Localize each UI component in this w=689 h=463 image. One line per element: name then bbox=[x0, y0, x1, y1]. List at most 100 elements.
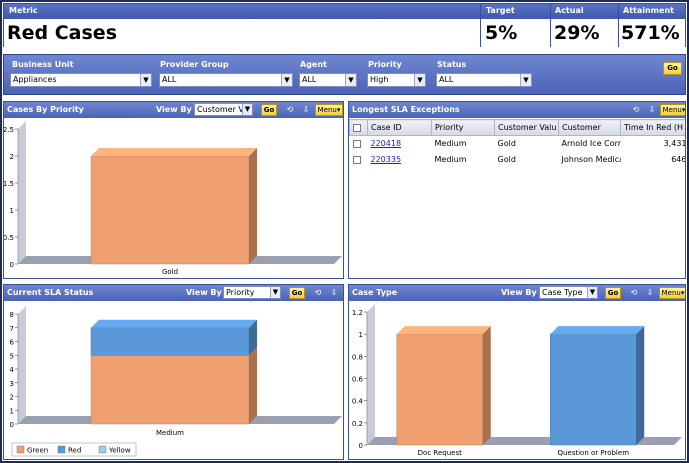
export-icon[interactable]: ⇩ bbox=[301, 105, 311, 115]
bar-question-or-problem-top bbox=[550, 326, 645, 335]
refresh-icon[interactable]: ⟲ bbox=[631, 105, 641, 115]
panel-go-button[interactable]: Go bbox=[605, 287, 621, 299]
view-by-select[interactable]: Priority ▼ bbox=[223, 286, 281, 299]
y-tick-label: 2 bbox=[10, 153, 14, 161]
chart-area: 0 1 2 3 4 5 6 7 8 Medium Green Red Yellow bbox=[4, 302, 343, 459]
column-header-customer[interactable]: Customer bbox=[558, 119, 621, 136]
row-checkbox[interactable] bbox=[352, 139, 361, 148]
chevron-down-icon: ▼ bbox=[270, 287, 280, 298]
y-tick-label: 7 bbox=[10, 325, 14, 333]
kpi-divider bbox=[618, 4, 619, 47]
column-header-customer-value[interactable]: Customer Valu bbox=[494, 119, 559, 136]
priority-label: Priority bbox=[368, 60, 402, 69]
y-tick-label: 5 bbox=[10, 352, 14, 360]
export-icon[interactable]: ⇩ bbox=[647, 105, 657, 115]
y-tick-label: 0.6 bbox=[352, 376, 364, 384]
column-header-priority[interactable]: Priority bbox=[431, 119, 495, 136]
bar-doc-request-top bbox=[396, 326, 491, 335]
y-tick-label: 1 bbox=[10, 407, 14, 415]
panel-titlebar: Cases By Priority View By Customer V ▼ Go… bbox=[4, 102, 343, 118]
y-tick-label: 1 bbox=[10, 207, 14, 215]
y-tick-label: 0 bbox=[359, 442, 363, 450]
case-id-link[interactable]: 220418 bbox=[371, 139, 402, 148]
legend-label-yellow: Yellow bbox=[108, 447, 131, 455]
legend-label-red: Red bbox=[68, 447, 81, 455]
y-tick-label: 0 bbox=[10, 421, 14, 429]
view-by-select[interactable]: Customer V ▼ bbox=[194, 103, 253, 116]
kpi-divider bbox=[480, 4, 481, 47]
view-by-label: View By bbox=[156, 105, 192, 114]
chart-area: 0 0.2 0.4 0.6 0.8 1 1.2 Doc Request Question or … bbox=[349, 302, 685, 459]
bar-segment-red bbox=[90, 327, 250, 356]
time-in-red-cell: 3,431 bbox=[663, 139, 686, 149]
table-row: 220418 Medium Gold Arnold Ice Corr 3,431 bbox=[350, 136, 686, 152]
y-tick-label: 4 bbox=[10, 366, 15, 374]
kpi-value-row: Red Cases 5% 29% 571% bbox=[4, 19, 685, 47]
export-icon[interactable]: ⇩ bbox=[645, 288, 655, 298]
agent-select[interactable]: ALL ▼ bbox=[299, 73, 357, 87]
panel-title: Current SLA Status bbox=[7, 288, 94, 297]
y-tick-label: 2.5 bbox=[4, 126, 14, 134]
row-checkbox[interactable] bbox=[352, 155, 361, 164]
y-tick-label: 1.2 bbox=[352, 309, 363, 317]
provider-group-select[interactable]: ALL ▼ bbox=[159, 73, 293, 87]
business-unit-label: Business Unit bbox=[12, 60, 74, 69]
status-select[interactable]: ALL ▼ bbox=[436, 73, 532, 87]
case-id-link[interactable]: 220335 bbox=[371, 155, 402, 164]
chart-area: 0 0.5 1 1.5 2 2.5 Gold bbox=[4, 119, 343, 278]
sla-exceptions-panel: Longest SLA Exceptions ⟲ ⇩ Menu▾ Case ID… bbox=[348, 101, 686, 279]
business-unit-select[interactable]: Appliances ▼ bbox=[10, 73, 152, 87]
refresh-icon[interactable]: ⟲ bbox=[313, 288, 323, 298]
panel-titlebar: Longest SLA Exceptions ⟲ ⇩ Menu▾ bbox=[349, 102, 685, 118]
panel-menu-button[interactable]: Menu▾ bbox=[659, 287, 685, 299]
customer-value-cell: Gold bbox=[497, 139, 516, 149]
customer-cell: Arnold Ice Corr bbox=[561, 139, 621, 149]
table-header-row: Case ID Priority Customer Valu Customer … bbox=[349, 119, 685, 136]
column-header-case-id[interactable]: Case ID bbox=[367, 119, 432, 136]
x-tick-label: Question or Problem bbox=[557, 449, 629, 457]
customer-cell: Johnson Medica bbox=[561, 155, 621, 164]
kpi-metric-value: Red Cases bbox=[7, 22, 118, 44]
select-all-column[interactable] bbox=[349, 119, 368, 136]
view-by-select[interactable]: Case Type ▼ bbox=[539, 286, 598, 299]
legend-swatch-red bbox=[57, 445, 66, 454]
y-tick-label: 1.5 bbox=[4, 180, 14, 188]
time-in-red-cell: 646 bbox=[671, 155, 686, 164]
panel-go-button[interactable]: Go bbox=[289, 287, 305, 299]
column-header-time-in-red[interactable]: Time In Red (H bbox=[620, 119, 685, 136]
panel-go-button[interactable]: Go bbox=[261, 104, 277, 116]
kpi-divider bbox=[550, 4, 551, 47]
cases-by-priority-chart: 0 0.5 1 1.5 2 2.5 Gold bbox=[4, 121, 342, 276]
y-tick-label: 0.2 bbox=[352, 420, 363, 428]
priority-cell: Medium bbox=[434, 139, 467, 149]
bar-doc-request bbox=[396, 333, 483, 446]
y-tick-label: 6 bbox=[10, 339, 15, 347]
bar-segment-green bbox=[90, 355, 250, 425]
select-all-checkbox[interactable] bbox=[353, 123, 361, 132]
kpi-target-value: 5% bbox=[485, 22, 518, 44]
panel-menu-button[interactable]: Menu▾ bbox=[660, 104, 685, 116]
bar-question-or-problem bbox=[550, 333, 637, 446]
bar-gold-side bbox=[249, 148, 257, 264]
priority-select[interactable]: High ▼ bbox=[367, 73, 426, 87]
refresh-icon[interactable]: ⟲ bbox=[285, 105, 295, 115]
provider-group-label: Provider Group bbox=[160, 60, 229, 69]
chevron-down-icon: ▼ bbox=[414, 74, 425, 86]
panel-menu-button[interactable]: Menu▾ bbox=[315, 104, 343, 116]
plot-side-wall bbox=[18, 306, 26, 424]
filter-go-button[interactable]: Go bbox=[663, 62, 682, 75]
export-icon[interactable]: ⇩ bbox=[329, 288, 339, 298]
bar-gold bbox=[90, 155, 250, 265]
case-type-panel: Case Type View By Case Type ▼ Go ⟲ ⇩ Menu… bbox=[348, 284, 686, 460]
legend-label-green: Green bbox=[27, 447, 48, 455]
panel-titlebar: Case Type View By Case Type ▼ Go ⟲ ⇩ Menu… bbox=[349, 285, 685, 301]
kpi-actual-value: 29% bbox=[554, 22, 600, 44]
case-type-chart: 0 0.2 0.4 0.6 0.8 1 1.2 Doc Request Question or … bbox=[352, 304, 682, 457]
chevron-down-icon: ▼ bbox=[281, 74, 292, 86]
x-tick-label: Gold bbox=[162, 268, 178, 276]
cases-by-priority-panel: Cases By Priority View By Customer V ▼ Go… bbox=[3, 101, 344, 279]
refresh-icon[interactable]: ⟲ bbox=[629, 288, 639, 298]
panel-title: Cases By Priority bbox=[7, 105, 84, 114]
bar-doc-request-side bbox=[482, 326, 491, 445]
sla-exceptions-table: Case ID Priority Customer Valu Customer … bbox=[349, 119, 686, 168]
